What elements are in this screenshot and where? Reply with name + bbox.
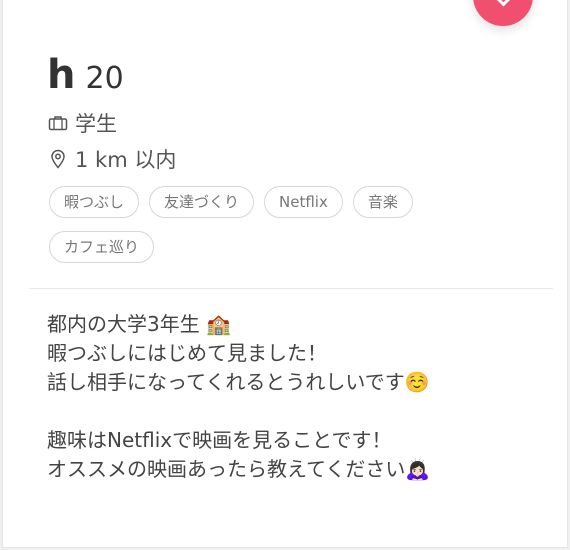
- interest-tags: 暇つぶし 友達づくり Netflix 音楽 カフェ巡り: [49, 186, 469, 276]
- interest-tag: 友達づくり: [149, 186, 255, 218]
- profile-age: 20: [85, 61, 124, 96]
- distance-row: 1 km 以内: [47, 144, 547, 174]
- profile-name: h: [47, 52, 76, 98]
- profile-distance: 1 km 以内: [75, 148, 177, 172]
- briefcase-icon: [47, 112, 69, 134]
- divider: [29, 288, 553, 289]
- interest-tag: 音楽: [352, 186, 413, 218]
- like-button[interactable]: [473, 0, 533, 26]
- name-row: h 20: [47, 52, 547, 98]
- location-pin-icon: [47, 148, 69, 170]
- interest-tag: カフェ巡り: [49, 231, 155, 263]
- profile-job: 学生: [75, 112, 117, 136]
- profile-header: h 20 学生 1 km 以内: [47, 52, 547, 174]
- interest-tag: Netflix: [264, 186, 343, 218]
- job-row: 学生: [47, 108, 547, 138]
- chevron-down-icon: [491, 0, 516, 7]
- profile-card: h 20 学生 1 km 以内 暇つぶし 友達づくり Netflix 音楽 カフ…: [2, 0, 568, 548]
- profile-bio: 都内の大学3年生 🏫 暇つぶしにはじめて見ました！ 話し相手になってくれるとうれ…: [47, 312, 431, 481]
- interest-tag: 暇つぶし: [49, 186, 140, 218]
